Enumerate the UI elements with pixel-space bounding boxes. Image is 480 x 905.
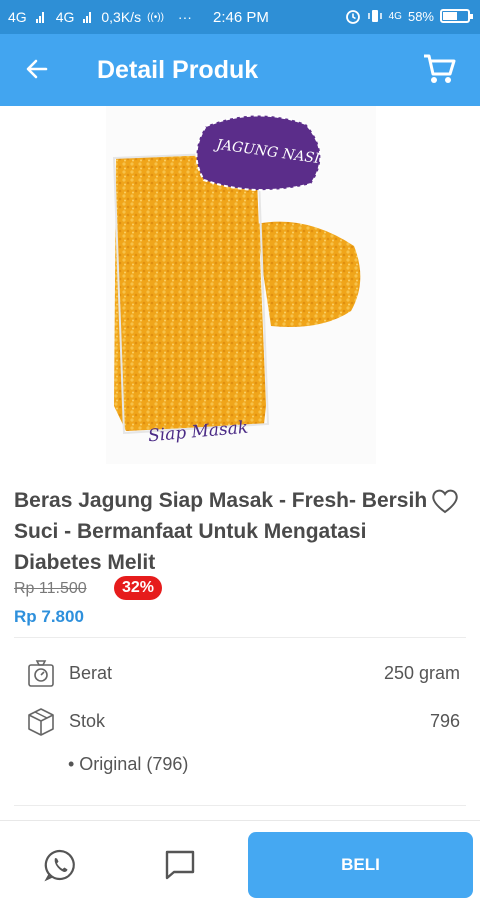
clock: 2:46 PM (213, 9, 269, 26)
discount-badge: 32% (114, 576, 163, 600)
battery-icon (440, 9, 473, 23)
final-price: Rp 7.800 (14, 607, 84, 626)
original-price: Rp 11.500 (14, 580, 87, 597)
network-type: 4G (8, 9, 27, 25)
scale-icon (24, 656, 58, 690)
spec-label: Berat (69, 662, 113, 683)
spec-value: 796 (429, 710, 460, 731)
page-title: Detail Produk (97, 56, 259, 84)
network-type: 4G (55, 9, 75, 25)
arrow-left-icon (26, 59, 48, 79)
product-name: Beras Jagung Siap Masak - Fresh- Bersih … (14, 489, 428, 574)
chat-button[interactable] (160, 845, 200, 885)
divider (14, 637, 466, 638)
vibrate-icon (367, 10, 382, 22)
cart-icon (424, 54, 456, 83)
back-button[interactable] (22, 54, 52, 84)
whatsapp-icon (44, 849, 75, 882)
heart-icon (432, 489, 458, 514)
battery-percentage: 58% (407, 8, 434, 24)
signal-icon (35, 11, 44, 23)
spec-row-weight: Berat 250 gram (24, 655, 464, 691)
spec-value: 250 gram (383, 662, 460, 683)
divider (14, 805, 466, 806)
buy-button[interactable]: BELI (248, 832, 473, 898)
cart-button[interactable] (418, 48, 460, 90)
variant-option[interactable]: • Original (796) (68, 754, 188, 775)
network-speed: 0,3K/s (101, 9, 142, 25)
more-notifications: ··· (177, 9, 192, 25)
spec-label: Stok (69, 710, 106, 731)
app-bar: Detail Produk (0, 34, 480, 106)
chat-icon (165, 850, 195, 880)
signal-icon (83, 11, 92, 23)
product-image[interactable]: JAGUNG NASI Siap Masak (106, 106, 376, 464)
spec-row-stock: Stok 796 (24, 703, 464, 739)
box-icon (24, 704, 58, 738)
whatsapp-button[interactable] (40, 845, 80, 885)
wishlist-button[interactable] (430, 486, 460, 516)
status-bar: 4G 4G 0,3K/s ((•)) ··· 2:46 PM 4G 58% (0, 0, 480, 34)
network-type: 4G (388, 10, 402, 22)
alarm-icon (345, 10, 360, 24)
hotspot-icon: ((•)) (147, 11, 164, 23)
bottom-action-bar: BELI (0, 820, 480, 905)
product-photo (106, 106, 376, 464)
